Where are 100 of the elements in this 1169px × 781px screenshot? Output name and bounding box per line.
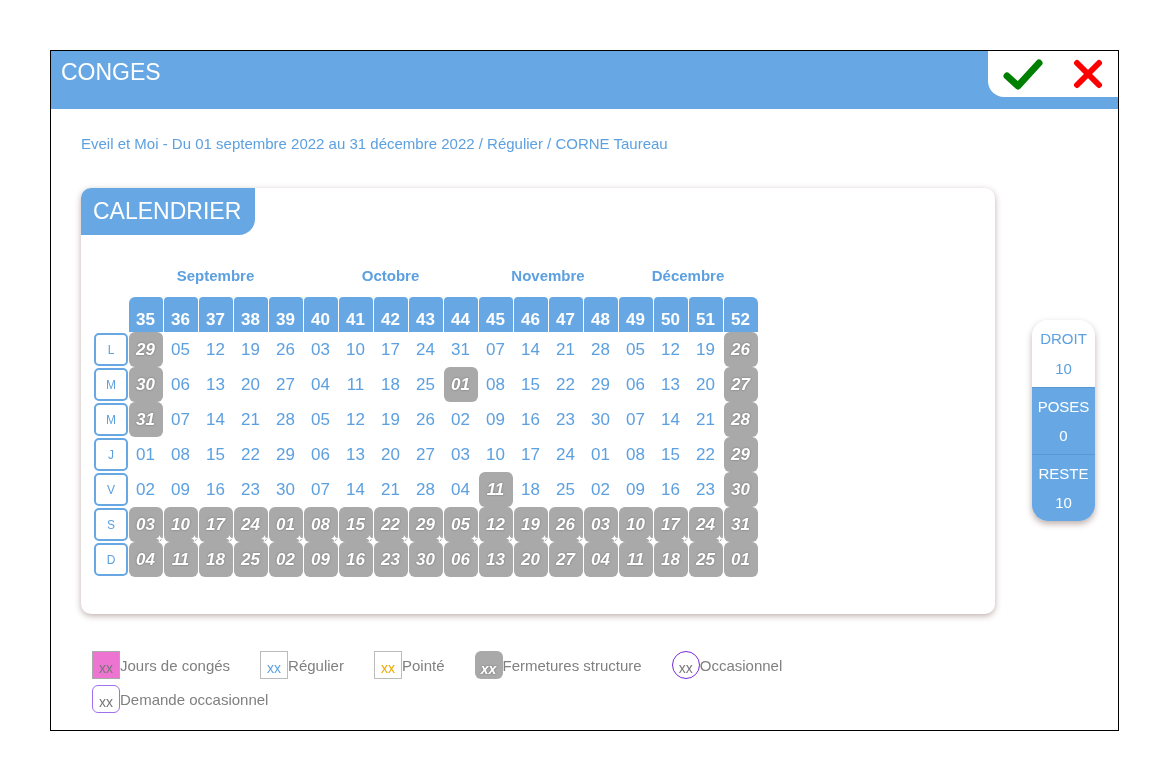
day-cell[interactable]: 24	[408, 332, 443, 367]
closed-day-cell[interactable]: 30	[128, 367, 163, 402]
closed-day-cell[interactable]: 09	[303, 542, 338, 577]
closed-day-cell[interactable]: 22	[373, 507, 408, 542]
closed-day-cell[interactable]: 26	[723, 332, 758, 367]
day-cell[interactable]: 07	[303, 472, 338, 507]
day-cell[interactable]: 20	[688, 367, 723, 402]
day-cell[interactable]: 28	[583, 332, 618, 367]
day-cell[interactable]: 05	[163, 332, 198, 367]
day-cell[interactable]: 15	[513, 367, 548, 402]
day-cell[interactable]: 30	[583, 402, 618, 437]
closed-day-cell[interactable]: 08	[303, 507, 338, 542]
day-cell[interactable]: 02	[128, 472, 163, 507]
closed-day-cell[interactable]: 24	[688, 507, 723, 542]
day-cell[interactable]: 13	[338, 437, 373, 472]
day-cell[interactable]: 01	[128, 437, 163, 472]
day-cell[interactable]: 12	[198, 332, 233, 367]
closed-day-cell[interactable]: 02	[268, 542, 303, 577]
day-cell[interactable]: 19	[233, 332, 268, 367]
closed-day-cell[interactable]: 26	[548, 507, 583, 542]
closed-day-cell[interactable]: 29	[723, 437, 758, 472]
closed-day-cell[interactable]: 29	[408, 507, 443, 542]
closed-day-cell[interactable]: 18	[198, 542, 233, 577]
closed-day-cell[interactable]: 03	[128, 507, 163, 542]
close-button[interactable]	[1073, 59, 1103, 89]
day-cell[interactable]: 23	[548, 402, 583, 437]
day-cell[interactable]: 31	[443, 332, 478, 367]
day-cell[interactable]: 15	[653, 437, 688, 472]
closed-day-cell[interactable]: 15	[338, 507, 373, 542]
day-cell[interactable]: 14	[338, 472, 373, 507]
day-cell[interactable]: 09	[478, 402, 513, 437]
closed-day-cell[interactable]: 12	[478, 507, 513, 542]
closed-day-cell[interactable]: 16	[338, 542, 373, 577]
day-cell[interactable]: 27	[408, 437, 443, 472]
closed-day-cell[interactable]: 28	[723, 402, 758, 437]
day-cell[interactable]: 04	[443, 472, 478, 507]
day-cell[interactable]: 21	[233, 402, 268, 437]
day-cell[interactable]: 18	[373, 367, 408, 402]
day-cell[interactable]: 13	[198, 367, 233, 402]
closed-day-cell[interactable]: 24	[233, 507, 268, 542]
day-cell[interactable]: 23	[688, 472, 723, 507]
closed-day-cell[interactable]: 10	[163, 507, 198, 542]
closed-day-cell[interactable]: 11	[163, 542, 198, 577]
day-cell[interactable]: 05	[618, 332, 653, 367]
closed-day-cell[interactable]: 13	[478, 542, 513, 577]
closed-day-cell[interactable]: 30	[723, 472, 758, 507]
day-cell[interactable]: 26	[268, 332, 303, 367]
day-cell[interactable]: 16	[653, 472, 688, 507]
day-cell[interactable]: 08	[618, 437, 653, 472]
closed-day-cell[interactable]: 18	[653, 542, 688, 577]
closed-day-cell[interactable]: 29	[128, 332, 163, 367]
day-cell[interactable]: 02	[443, 402, 478, 437]
day-cell[interactable]: 24	[548, 437, 583, 472]
closed-day-cell[interactable]: 30	[408, 542, 443, 577]
closed-day-cell[interactable]: 01	[268, 507, 303, 542]
day-cell[interactable]: 18	[513, 472, 548, 507]
day-cell[interactable]: 12	[338, 402, 373, 437]
closed-day-cell[interactable]: 31	[723, 507, 758, 542]
closed-day-cell[interactable]: 05	[443, 507, 478, 542]
day-cell[interactable]: 16	[513, 402, 548, 437]
day-cell[interactable]: 20	[373, 437, 408, 472]
closed-day-cell[interactable]: 17	[653, 507, 688, 542]
day-cell[interactable]: 19	[373, 402, 408, 437]
day-cell[interactable]: 29	[583, 367, 618, 402]
day-cell[interactable]: 06	[303, 437, 338, 472]
day-cell[interactable]: 15	[198, 437, 233, 472]
day-cell[interactable]: 10	[338, 332, 373, 367]
day-cell[interactable]: 25	[548, 472, 583, 507]
day-cell[interactable]: 17	[513, 437, 548, 472]
day-cell[interactable]: 08	[478, 367, 513, 402]
closed-day-cell[interactable]: 19	[513, 507, 548, 542]
day-cell[interactable]: 09	[163, 472, 198, 507]
closed-day-cell[interactable]: 27	[723, 367, 758, 402]
day-cell[interactable]: 07	[618, 402, 653, 437]
day-cell[interactable]: 11	[338, 367, 373, 402]
confirm-button[interactable]	[1003, 58, 1043, 90]
day-cell[interactable]: 26	[408, 402, 443, 437]
day-cell[interactable]: 28	[408, 472, 443, 507]
closed-day-cell[interactable]: 31	[128, 402, 163, 437]
day-cell[interactable]: 21	[548, 332, 583, 367]
day-cell[interactable]: 03	[443, 437, 478, 472]
day-cell[interactable]: 06	[163, 367, 198, 402]
day-cell[interactable]: 25	[408, 367, 443, 402]
closed-day-cell[interactable]: 27	[548, 542, 583, 577]
closed-day-cell[interactable]: 25	[688, 542, 723, 577]
closed-day-cell[interactable]: 01	[443, 367, 478, 402]
day-cell[interactable]: 12	[653, 332, 688, 367]
day-cell[interactable]: 22	[688, 437, 723, 472]
closed-day-cell[interactable]: 06	[443, 542, 478, 577]
closed-day-cell[interactable]: 23	[373, 542, 408, 577]
day-cell[interactable]: 14	[198, 402, 233, 437]
day-cell[interactable]: 03	[303, 332, 338, 367]
day-cell[interactable]: 07	[478, 332, 513, 367]
day-cell[interactable]: 06	[618, 367, 653, 402]
day-cell[interactable]: 01	[583, 437, 618, 472]
day-cell[interactable]: 29	[268, 437, 303, 472]
closed-day-cell[interactable]: 11	[478, 472, 513, 507]
day-cell[interactable]: 21	[688, 402, 723, 437]
day-cell[interactable]: 09	[618, 472, 653, 507]
day-cell[interactable]: 07	[163, 402, 198, 437]
